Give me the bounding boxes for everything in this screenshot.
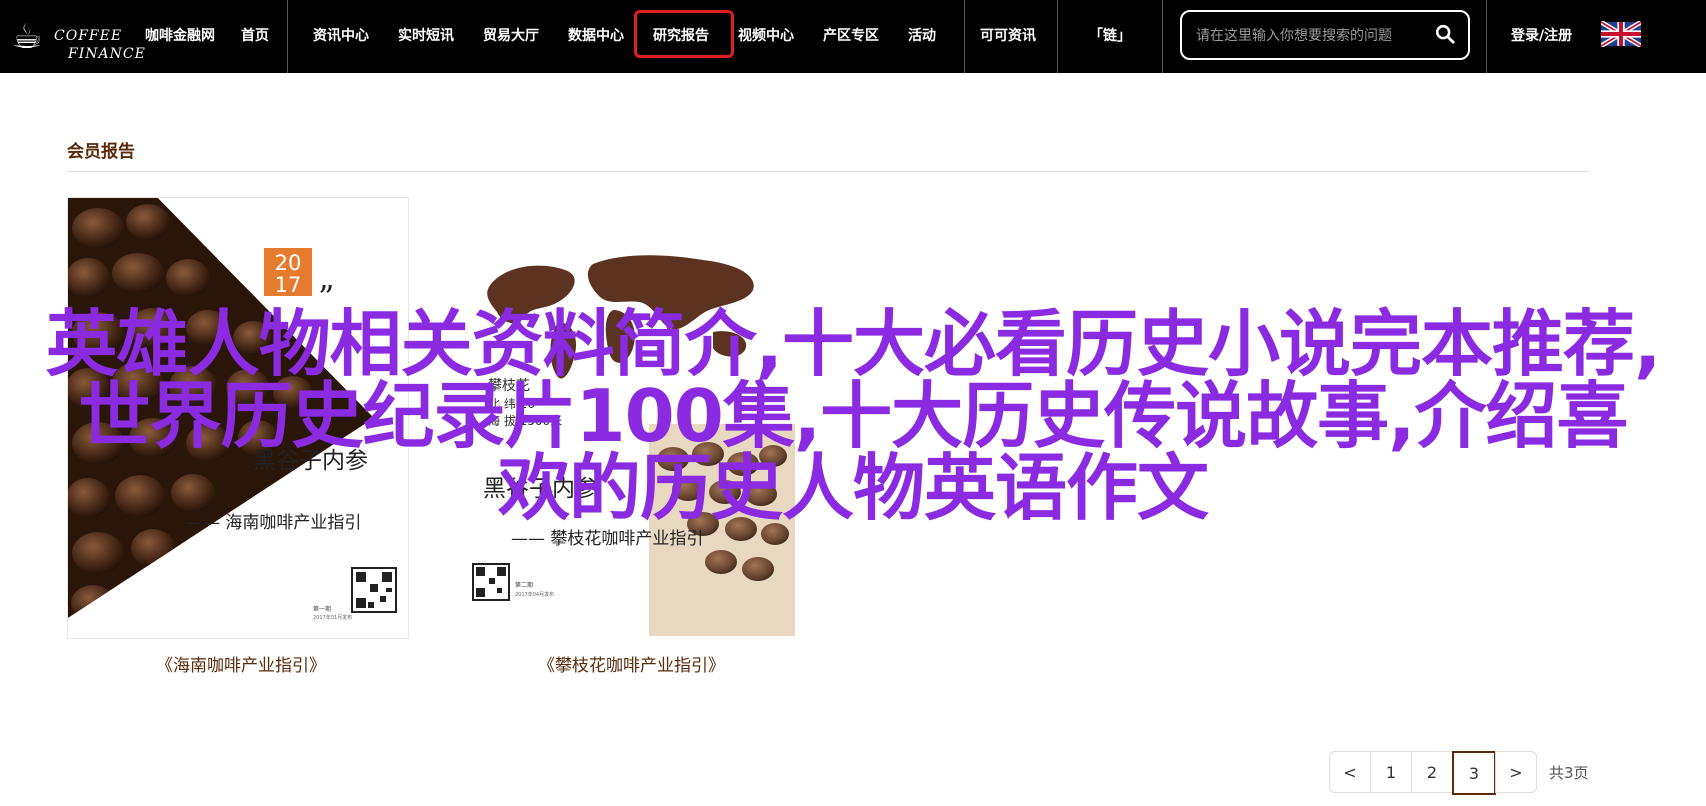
overlay-headline: 英雄人物相关资料简介,十大必看历史小说完本推荐, 世界历史纪录片100集,十大历…: [30, 308, 1676, 524]
nav-site-name[interactable]: 咖啡金融网: [145, 25, 215, 45]
overlay-line-1: 英雄人物相关资料简介,十大必看历史小说完本推荐,: [45, 302, 1662, 386]
top-navbar: ☕ COFFEE FINANCE 咖啡金融网 首页 资讯中心 实时短讯 贸易大厅…: [0, 0, 1706, 73]
report-caption-hainan[interactable]: 《海南咖啡产业指引》: [156, 651, 326, 676]
overlay-line-2: 世界历史纪录片100集,十大历史传说故事,介绍喜: [78, 374, 1629, 458]
nav-video[interactable]: 视频中心: [738, 25, 794, 45]
cover-issue: 第一期: [313, 605, 331, 613]
prev-page-button[interactable]: <: [1329, 751, 1371, 793]
nav-divider: [287, 0, 288, 73]
cover-date: 2017年04月发布: [515, 591, 554, 598]
search-icon[interactable]: [1434, 23, 1456, 45]
nav-data[interactable]: 数据中心: [568, 25, 624, 45]
report-caption-panzhihua[interactable]: 《攀枝花咖啡产业指引》: [538, 651, 725, 676]
cover-date: 2017年01月发布: [313, 614, 352, 621]
nav-chain[interactable]: 「链」: [1089, 25, 1131, 45]
uk-flag-icon[interactable]: [1601, 21, 1641, 47]
overlay-line-3: 欢的历史人物英语作文: [497, 446, 1209, 530]
nav-home[interactable]: 首页: [241, 25, 269, 45]
logo-text-line1: COFFEE: [54, 28, 123, 44]
page-2-button[interactable]: 2: [1411, 751, 1453, 793]
nav-divider: [1057, 0, 1058, 73]
search-input[interactable]: [1194, 23, 1428, 49]
nav-research[interactable]: 研究报告: [653, 25, 709, 45]
logo-text-line2: FINANCE: [68, 46, 146, 62]
cover-issue: 第二期: [515, 581, 533, 589]
next-page-button[interactable]: >: [1495, 751, 1537, 793]
search-box: [1180, 10, 1470, 60]
login-register-link[interactable]: 登录/注册: [1511, 25, 1572, 45]
nav-divider: [1162, 0, 1163, 73]
pagination: < 1 2 3 >: [1329, 751, 1537, 795]
nav-trade[interactable]: 贸易大厅: [483, 25, 539, 45]
nav-flash[interactable]: 实时短讯: [398, 25, 454, 45]
section-title: 会员报告: [67, 142, 135, 162]
nav-cocoa[interactable]: 可可资讯: [980, 25, 1036, 45]
cover-subtitle: —— 攀枝花咖啡产业指引: [511, 529, 703, 549]
section-divider: [67, 171, 1589, 172]
page-3-button[interactable]: 3: [1452, 751, 1496, 795]
cover-year-top: 20: [275, 251, 302, 275]
nav-news[interactable]: 资讯中心: [313, 25, 369, 45]
nav-divider: [1486, 0, 1487, 73]
nav-region[interactable]: 产区专区: [823, 25, 879, 45]
nav-events[interactable]: 活动: [908, 25, 936, 45]
nav-divider: [964, 0, 965, 73]
page-total: 共3页: [1549, 764, 1589, 782]
qr-code-icon: [351, 567, 397, 613]
coffee-cup-icon: ☕: [12, 17, 43, 57]
page-1-button[interactable]: 1: [1370, 751, 1412, 793]
site-logo[interactable]: ☕ COFFEE FINANCE: [12, 6, 145, 64]
qr-code-icon: [472, 563, 510, 601]
cover-year-bottom: 17: [275, 273, 302, 297]
